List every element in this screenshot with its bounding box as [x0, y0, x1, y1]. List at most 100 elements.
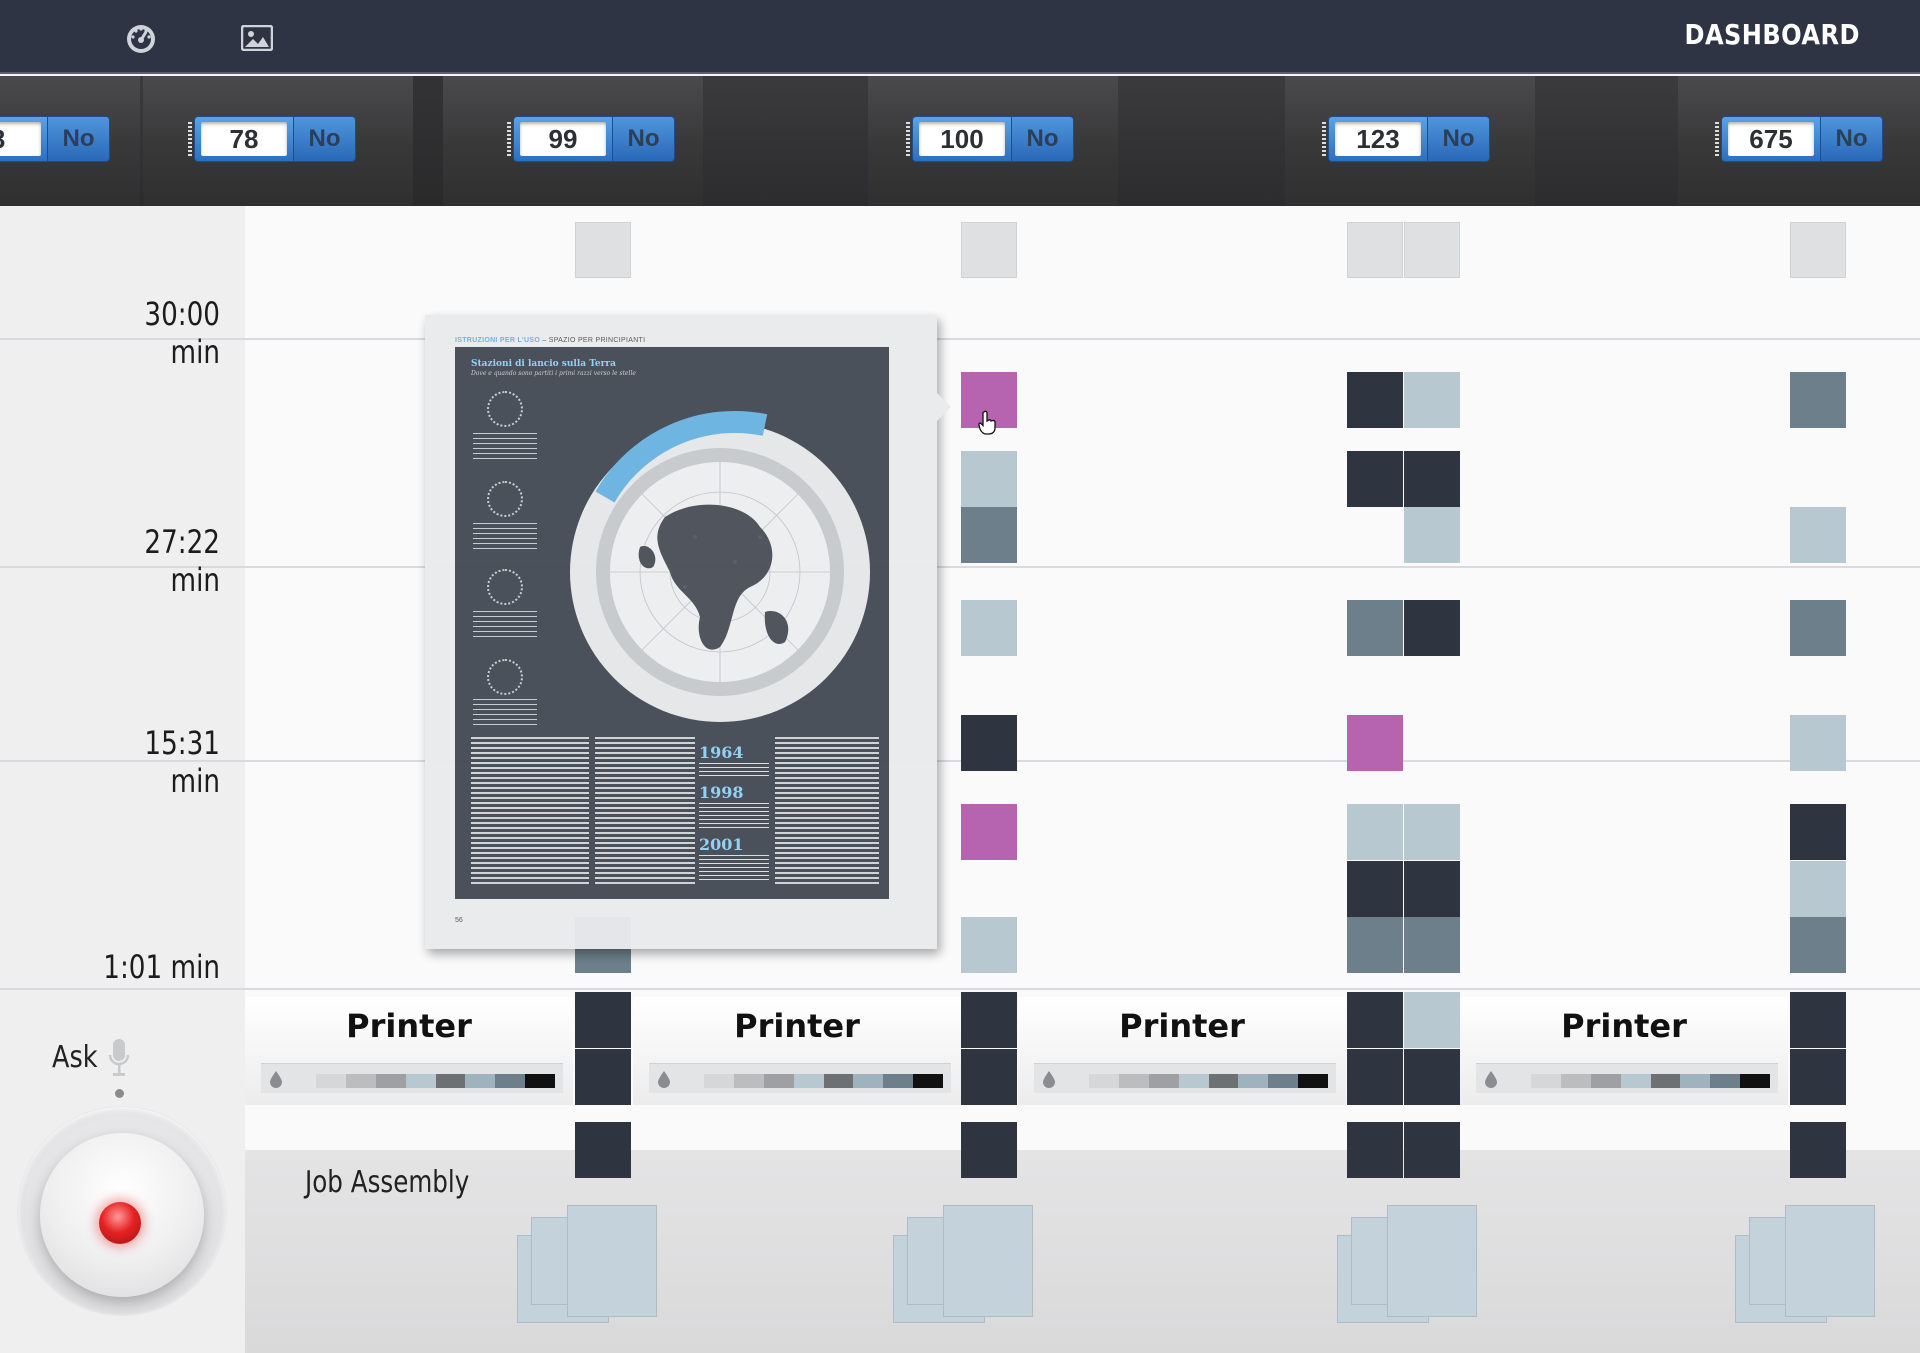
counter-value-box[interactable]: 675	[1721, 116, 1821, 162]
job-cell[interactable]	[1790, 372, 1846, 428]
job-assembly-label: Job Assembly	[305, 1165, 470, 1200]
job-cell[interactable]	[961, 804, 1017, 860]
counter-no-button[interactable]: No	[1012, 116, 1074, 162]
counter-no-button[interactable]: No	[294, 116, 356, 162]
printer-panel[interactable]: Printer	[245, 997, 573, 1105]
document-preview-popup[interactable]: ISTRUZIONI PER L'USO – SPAZIO PER PRINCI…	[425, 315, 951, 949]
job-cell[interactable]	[1790, 861, 1846, 917]
job-cell[interactable]	[961, 600, 1017, 656]
microphone-icon[interactable]	[108, 1038, 130, 1078]
job-cell[interactable]	[1404, 992, 1460, 1048]
printer-panel[interactable]: Printer	[1018, 997, 1346, 1105]
printer-panel[interactable]: Printer	[633, 997, 961, 1105]
job-cell[interactable]	[575, 222, 631, 278]
job-cell[interactable]	[961, 715, 1017, 771]
speedometer-icon[interactable]	[123, 20, 159, 56]
printer-panel[interactable]: Printer	[1460, 997, 1788, 1105]
job-cell[interactable]	[1404, 222, 1460, 278]
paper-stack-icon[interactable]	[1735, 1205, 1875, 1323]
job-cell[interactable]	[575, 1122, 631, 1178]
job-cell[interactable]	[1347, 600, 1403, 656]
article-text-column	[471, 737, 589, 887]
job-cell[interactable]	[1404, 917, 1460, 973]
counter-value-box[interactable]: 99	[513, 116, 613, 162]
job-cell[interactable]	[1404, 507, 1460, 563]
job-cell[interactable]	[1347, 917, 1403, 973]
launch-site-diagram	[487, 659, 523, 695]
preview-page: Stazioni di lancio sulla Terra Dove e qu…	[455, 347, 889, 899]
job-cell[interactable]	[1790, 507, 1846, 563]
record-button[interactable]	[99, 1202, 141, 1244]
job-cell[interactable]	[1347, 992, 1403, 1048]
job-cell[interactable]	[961, 1049, 1017, 1105]
counter-no-button[interactable]: No	[1821, 116, 1883, 162]
job-cell[interactable]	[1790, 1049, 1846, 1105]
job-cell[interactable]	[1404, 1122, 1460, 1178]
job-cell[interactable]	[1347, 451, 1403, 507]
job-cell[interactable]	[1404, 861, 1460, 917]
job-cell[interactable]	[961, 992, 1017, 1048]
job-cell[interactable]	[1790, 1122, 1846, 1178]
counter-value: 8	[0, 122, 41, 156]
job-cell[interactable]	[1790, 715, 1846, 771]
counter-0[interactable]: 8 No	[0, 116, 110, 162]
counter-4[interactable]: 123 No	[1322, 116, 1490, 162]
job-cell[interactable]	[1790, 804, 1846, 860]
timeline-note	[699, 803, 769, 831]
job-cell[interactable]	[1347, 1049, 1403, 1105]
job-cell[interactable]	[575, 1049, 631, 1105]
timeline-line	[0, 988, 1920, 990]
job-cell[interactable]	[961, 1122, 1017, 1178]
counter-value-box[interactable]: 123	[1328, 116, 1428, 162]
job-cell[interactable]	[1790, 992, 1846, 1048]
counter-value-box[interactable]: 100	[912, 116, 1012, 162]
counter-grip	[188, 122, 192, 156]
counter-strip: 8 No 78 No 99 No 100 No 123 No 675 No	[0, 76, 1920, 206]
timeline-year: 1964	[699, 743, 744, 762]
article-text-column	[595, 737, 695, 887]
job-cell[interactable]	[1790, 222, 1846, 278]
job-cell[interactable]	[1347, 222, 1403, 278]
counter-1[interactable]: 78 No	[188, 116, 356, 162]
job-cell[interactable]	[1347, 715, 1403, 771]
counter-grip	[1322, 122, 1326, 156]
job-cell[interactable]	[1347, 372, 1403, 428]
counter-value: 99	[520, 122, 606, 156]
counter-no-button[interactable]: No	[613, 116, 675, 162]
time-label: 15:31 min	[144, 724, 220, 800]
caption-text	[473, 611, 537, 639]
ink-gradient-strip	[316, 1074, 555, 1088]
counter-value-box[interactable]: 78	[194, 116, 294, 162]
caption-text	[473, 699, 537, 727]
counter-2[interactable]: 99 No	[507, 116, 675, 162]
job-cell[interactable]	[1347, 804, 1403, 860]
job-cell[interactable]	[1404, 1049, 1460, 1105]
job-cell[interactable]	[1347, 861, 1403, 917]
counter-3[interactable]: 100 No	[906, 116, 1074, 162]
counter-value-box[interactable]: 8	[0, 116, 48, 162]
paper-stack-icon[interactable]	[517, 1205, 657, 1323]
job-cell[interactable]	[1404, 451, 1460, 507]
job-cell[interactable]	[961, 222, 1017, 278]
job-cell[interactable]	[1347, 1122, 1403, 1178]
launch-site-diagram	[487, 569, 523, 605]
job-assembly-band	[245, 1150, 1920, 1353]
image-icon[interactable]	[239, 20, 275, 56]
job-cell[interactable]	[1790, 600, 1846, 656]
job-cell[interactable]	[1404, 372, 1460, 428]
ink-level-bar	[1034, 1063, 1336, 1093]
counter-no-button[interactable]: No	[48, 116, 110, 162]
ask-label: Ask	[52, 1040, 98, 1075]
paper-stack-icon[interactable]	[893, 1205, 1033, 1323]
job-cell[interactable]	[961, 451, 1017, 507]
job-cell[interactable]	[1790, 917, 1846, 973]
job-cell[interactable]	[575, 992, 631, 1048]
paper-stack-icon[interactable]	[1337, 1205, 1477, 1323]
job-cell[interactable]	[1404, 804, 1460, 860]
counter-5[interactable]: 675 No	[1715, 116, 1883, 162]
job-cell[interactable]	[961, 917, 1017, 973]
counter-no-button[interactable]: No	[1428, 116, 1490, 162]
timeline-line	[0, 566, 1920, 568]
job-cell[interactable]	[961, 507, 1017, 563]
job-cell[interactable]	[1404, 600, 1460, 656]
